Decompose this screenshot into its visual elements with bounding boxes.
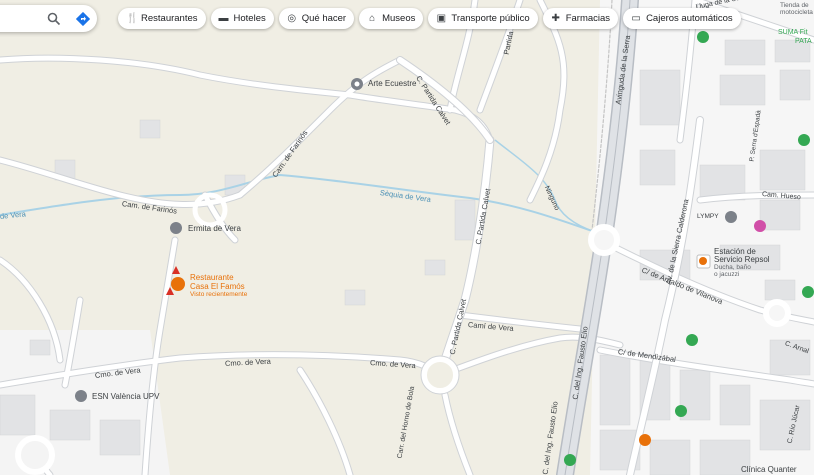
search-box[interactable] — [0, 5, 97, 32]
place-suma-line1[interactable]: SUMA Fit — [778, 29, 808, 36]
place-esn-valencia[interactable]: ESN València UPV — [92, 392, 159, 401]
place-tienda-line1[interactable]: Tienda de — [780, 2, 809, 9]
place-clinica-quanter[interactable]: Clínica Quanter — [741, 465, 797, 474]
place-restaurante-line2[interactable]: Casa El Famós — [190, 282, 245, 291]
place-repsol-line4: o jacuzzi — [714, 271, 740, 278]
place-restaurante-sub: Visto recientemente — [190, 291, 248, 298]
place-restaurante-line1[interactable]: Restaurante — [190, 273, 234, 282]
chip-que-hacer[interactable]: ◎ Qué hacer — [278, 8, 355, 29]
fork-knife-icon: 🍴 — [126, 12, 139, 24]
chip-farmacias[interactable]: ✚ Farmacias — [542, 8, 619, 29]
atm-icon: ▭ — [631, 12, 641, 24]
place-arte-ecuestre[interactable]: Arte Ecuestre — [368, 79, 416, 88]
bus-icon: ▣ — [436, 12, 447, 24]
bed-icon: ▬ — [218, 12, 229, 24]
place-suma-line2[interactable]: PATA — [795, 38, 812, 45]
place-tienda-line2[interactable]: motocicleta — [780, 9, 813, 16]
place-repsol-line2[interactable]: Servicio Repsol — [714, 255, 770, 264]
chip-restaurantes[interactable]: 🍴 Restaurantes — [118, 8, 206, 29]
search-icon[interactable] — [47, 12, 61, 26]
chip-hoteles[interactable]: ▬ Hoteles — [210, 8, 274, 29]
place-ermita-de-vera[interactable]: Ermita de Vera — [188, 224, 241, 233]
category-chips: 🍴 Restaurantes ▬ Hoteles ◎ Qué hacer ⌂ Museo… — [118, 8, 741, 29]
directions-icon[interactable] — [75, 11, 91, 27]
pharmacy-icon: ✚ — [551, 12, 560, 24]
place-lympy[interactable]: LYMPY — [697, 213, 719, 220]
lympy-marker — [725, 211, 737, 223]
chip-transporte-publico[interactable]: ▣ Transporte público — [428, 8, 538, 29]
restaurant-marker — [171, 277, 185, 291]
chip-museos[interactable]: ⌂ Museos — [359, 8, 424, 29]
place-repsol-line3: Ducha, baño — [714, 264, 751, 271]
esn-marker — [75, 390, 87, 402]
camera-icon: ◎ — [287, 12, 297, 24]
chip-cajeros[interactable]: ▭ Cajeros automáticos — [623, 8, 741, 29]
museum-icon: ⌂ — [369, 12, 376, 24]
ermita-marker — [170, 222, 182, 234]
